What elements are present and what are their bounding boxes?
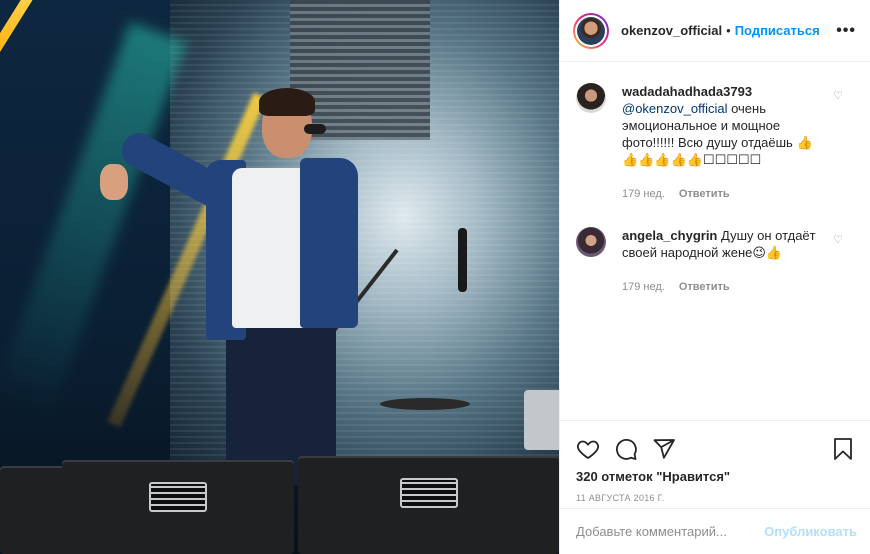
add-comment-bar: Опубликовать xyxy=(560,508,870,554)
handheld-microphone xyxy=(304,124,326,134)
follow-button[interactable]: Подписаться xyxy=(735,23,820,38)
more-options-icon[interactable]: ••• xyxy=(836,22,856,40)
comment-mention[interactable]: @okenzov_official xyxy=(622,101,727,116)
share-icon[interactable] xyxy=(652,437,676,461)
reply-button[interactable]: Ответить xyxy=(679,279,730,296)
bookmark-icon[interactable] xyxy=(831,437,855,461)
commenter-avatar[interactable] xyxy=(576,227,606,257)
comment-input[interactable] xyxy=(576,524,765,539)
singer-jacket xyxy=(300,158,358,328)
stage-monitor xyxy=(298,456,559,554)
post-side-panel: okenzov_official • Подписаться ••• wadad… xyxy=(559,0,870,554)
comment-like-icon[interactable]: ♡ xyxy=(833,89,843,102)
comment-age[interactable]: 179 нед. xyxy=(622,279,665,296)
stage-light-beam xyxy=(0,21,187,419)
reply-button[interactable]: Ответить xyxy=(679,186,730,203)
drum xyxy=(524,390,559,450)
singer-hand xyxy=(100,164,128,200)
comments-list: wadadahadhada3793 @okenzov_official очен… xyxy=(560,63,870,420)
comment-item: wadadahadhada3793 @okenzov_official очен… xyxy=(576,83,855,203)
comment-icon[interactable] xyxy=(614,437,638,461)
singer-hair xyxy=(259,88,315,116)
owner-username[interactable]: okenzov_official xyxy=(621,23,722,38)
stage-light-beam xyxy=(0,0,34,58)
comment-username[interactable]: angela_chygrin xyxy=(622,228,717,243)
post-photo[interactable] xyxy=(0,0,559,554)
post-header: okenzov_official • Подписаться ••• xyxy=(560,0,870,62)
likes-count[interactable]: 320 отметок "Нравится" xyxy=(576,469,855,484)
owner-avatar[interactable] xyxy=(573,12,609,49)
comment-username[interactable]: wadadahadhada3793 xyxy=(622,84,752,99)
comment-age[interactable]: 179 нед. xyxy=(622,186,665,203)
publish-button[interactable]: Опубликовать xyxy=(764,524,857,539)
post-actions: 320 отметок "Нравится" 11 августа 2016 г… xyxy=(560,420,870,503)
heart-icon[interactable] xyxy=(576,437,600,461)
comment-like-icon[interactable]: ♡ xyxy=(833,233,843,246)
commenter-avatar[interactable] xyxy=(576,83,606,113)
separator-dot: • xyxy=(726,23,731,38)
cymbal xyxy=(380,398,470,410)
comment-item: angela_chygrin Душу он отдаёт своей наро… xyxy=(576,227,855,296)
post-date: 11 августа 2016 г. xyxy=(576,493,665,503)
stage-monitor xyxy=(62,460,294,554)
stand-microphone xyxy=(458,228,467,292)
